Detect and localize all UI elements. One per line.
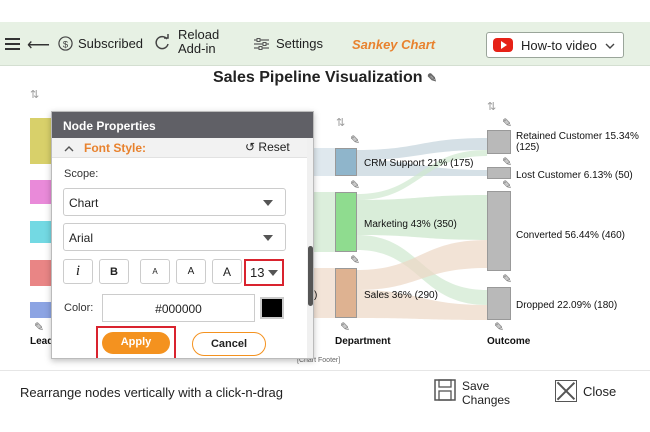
- department-label-crm: CRM Support 21% (175): [364, 158, 474, 169]
- save-label-line1: Save: [462, 379, 490, 393]
- edit-node-pencil-icon[interactable]: ✎: [502, 178, 512, 192]
- outcome-node-retained[interactable]: [487, 130, 511, 154]
- font-family-select-value: Arial: [69, 231, 94, 245]
- source-node-3[interactable]: [30, 221, 52, 243]
- department-node-crm[interactable]: [335, 148, 357, 176]
- close-button[interactable]: Close: [555, 380, 616, 402]
- outcome-label-retained-line1: Retained Customer 15.34%: [516, 131, 639, 142]
- department-node-sales[interactable]: [335, 268, 357, 318]
- save-floppy-icon: [434, 379, 456, 401]
- scrollbar-thumb[interactable]: [308, 246, 313, 306]
- sort-source-icon[interactable]: ⇅: [30, 88, 39, 101]
- node-properties-panel: Node Properties Font Style: ↺ Reset Scop…: [51, 111, 314, 359]
- reset-label: Reset: [258, 140, 290, 154]
- outcome-label-converted: Converted 56.44% (460): [516, 230, 625, 241]
- edit-node-pencil-icon[interactable]: ✎: [502, 116, 512, 130]
- font-style-section-header[interactable]: Font Style: ↺ Reset: [52, 138, 307, 158]
- italic-button-label: i: [75, 263, 81, 279]
- color-hex-input[interactable]: #000000: [102, 294, 255, 322]
- font-size-value: 13: [250, 265, 265, 280]
- italic-button[interactable]: i: [63, 259, 93, 284]
- outcome-label-lost: Lost Customer 6.13% (50): [516, 170, 633, 181]
- color-swatch[interactable]: [260, 297, 284, 319]
- cancel-button[interactable]: Cancel: [192, 332, 266, 356]
- scope-select-value: Chart: [69, 196, 99, 210]
- apply-highlight: Apply: [96, 326, 176, 358]
- chevron-up-icon: [64, 146, 74, 152]
- department-label-sales: Sales 36% (290): [364, 290, 438, 301]
- font-style-label: Font Style:: [84, 141, 146, 155]
- department-node-marketing[interactable]: [335, 192, 357, 252]
- font-size-dropdown[interactable]: 13: [244, 259, 284, 286]
- outcome-label-retained: Retained Customer 15.34% (125): [516, 131, 639, 153]
- outcome-node-dropped[interactable]: [487, 287, 511, 320]
- department-column-label: Department: [335, 336, 391, 347]
- close-label: Close: [583, 383, 617, 399]
- source-column-label: Lead: [30, 336, 54, 347]
- font-size-medium-button[interactable]: A: [176, 259, 206, 284]
- edit-node-pencil-icon[interactable]: ✎: [340, 320, 350, 334]
- reset-button[interactable]: ↺ Reset: [245, 140, 290, 154]
- edit-node-pencil-icon[interactable]: ✎: [494, 320, 504, 334]
- panel-scrollbar[interactable]: [307, 138, 313, 358]
- color-label: Color:: [64, 302, 94, 314]
- sort-department-icon[interactable]: ⇅: [336, 116, 345, 129]
- font-size-large-button[interactable]: A: [212, 259, 242, 284]
- save-label-line2: Changes: [462, 393, 511, 407]
- source-node-2[interactable]: [30, 180, 52, 204]
- bold-button[interactable]: B: [99, 259, 129, 284]
- status-bar: Rearrange nodes vertically with a click-…: [0, 370, 650, 414]
- font-size-small-label: A: [152, 267, 158, 276]
- edit-node-pencil-icon[interactable]: ✎: [502, 155, 512, 169]
- caret-down-icon: [263, 235, 273, 241]
- reset-icon: ↺: [245, 140, 256, 154]
- hint-text: Rearrange nodes vertically with a click-…: [20, 385, 284, 400]
- bold-button-label: B: [110, 265, 118, 278]
- font-family-select[interactable]: Arial: [63, 223, 286, 251]
- scope-label: Scope:: [64, 168, 99, 180]
- source-label-partial: ): [314, 290, 318, 301]
- source-node-1[interactable]: [30, 118, 52, 164]
- font-size-large-label: A: [222, 264, 231, 279]
- apply-button[interactable]: Apply: [102, 332, 170, 354]
- edit-node-pencil-icon[interactable]: ✎: [34, 320, 44, 334]
- outcome-node-converted[interactable]: [487, 191, 511, 271]
- source-node-4[interactable]: [30, 260, 52, 286]
- close-icon: [555, 380, 577, 402]
- font-size-small-button[interactable]: A: [140, 259, 170, 284]
- outcome-label-retained-line2: (125): [516, 142, 540, 153]
- font-size-medium-label: A: [187, 266, 195, 277]
- edit-node-pencil-icon[interactable]: ✎: [350, 178, 360, 192]
- caret-down-icon: [263, 200, 273, 206]
- edit-node-pencil-icon[interactable]: ✎: [502, 272, 512, 286]
- scope-select[interactable]: Chart: [63, 188, 286, 216]
- department-label-marketing: Marketing 43% (350): [364, 219, 457, 230]
- source-node-5[interactable]: [30, 302, 52, 318]
- outcome-column-label: Outcome: [487, 336, 531, 347]
- edit-node-pencil-icon[interactable]: ✎: [350, 133, 360, 147]
- caret-down-icon: [268, 270, 278, 276]
- panel-title: Node Properties: [52, 112, 313, 138]
- save-changes-button[interactable]: Save Changes: [434, 379, 510, 407]
- sort-outcome-icon[interactable]: ⇅: [487, 100, 496, 113]
- edit-node-pencil-icon[interactable]: ✎: [350, 253, 360, 267]
- outcome-label-dropped: Dropped 22.09% (180): [516, 300, 618, 311]
